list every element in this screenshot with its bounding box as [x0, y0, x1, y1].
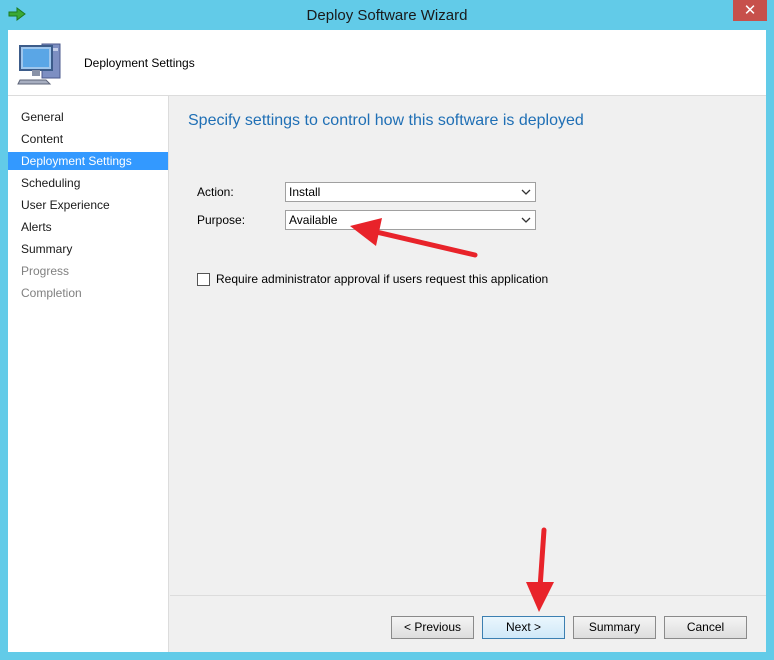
page-heading: Specify settings to control how this sof…: [188, 112, 584, 129]
wizard-window: Deployment Settings General Content Depl…: [8, 30, 766, 652]
action-value: Install: [289, 185, 321, 199]
purpose-select[interactable]: Available: [285, 210, 536, 230]
close-button[interactable]: ✕: [733, 0, 767, 21]
nav-item-summary[interactable]: Summary: [8, 240, 168, 258]
cancel-button[interactable]: Cancel: [664, 616, 747, 639]
wizard-header: Deployment Settings: [8, 30, 766, 96]
action-label: Action:: [197, 185, 234, 199]
next-button[interactable]: Next >: [482, 616, 565, 639]
nav-item-general[interactable]: General: [8, 108, 168, 126]
nav-item-content[interactable]: Content: [8, 130, 168, 148]
previous-button[interactable]: < Previous: [391, 616, 474, 639]
purpose-value: Available: [289, 213, 338, 227]
nav-item-progress: Progress: [21, 264, 70, 278]
nav-item-user-experience[interactable]: User Experience: [8, 196, 168, 214]
footer-divider: [170, 595, 766, 596]
header-title: Deployment Settings: [84, 56, 195, 70]
purpose-label: Purpose:: [197, 213, 246, 227]
nav-item-scheduling[interactable]: Scheduling: [8, 174, 168, 192]
approval-label[interactable]: Require administrator approval if users …: [216, 272, 548, 286]
wizard-nav: General Content Deployment Settings Sche…: [8, 96, 169, 652]
chevron-down-icon: [521, 189, 531, 195]
computer-icon: [17, 43, 61, 85]
approval-checkbox[interactable]: [197, 273, 210, 286]
window-title: Deploy Software Wizard: [306, 7, 468, 24]
chevron-down-icon: [521, 217, 531, 223]
nav-item-alerts[interactable]: Alerts: [8, 218, 168, 236]
summary-button[interactable]: Summary: [573, 616, 656, 639]
title-bar: Deploy Software Wizard ✕: [0, 0, 774, 30]
nav-item-deployment-settings[interactable]: Deployment Settings: [8, 152, 168, 170]
action-select[interactable]: Install: [285, 182, 536, 202]
nav-item-completion: Completion: [21, 286, 82, 300]
